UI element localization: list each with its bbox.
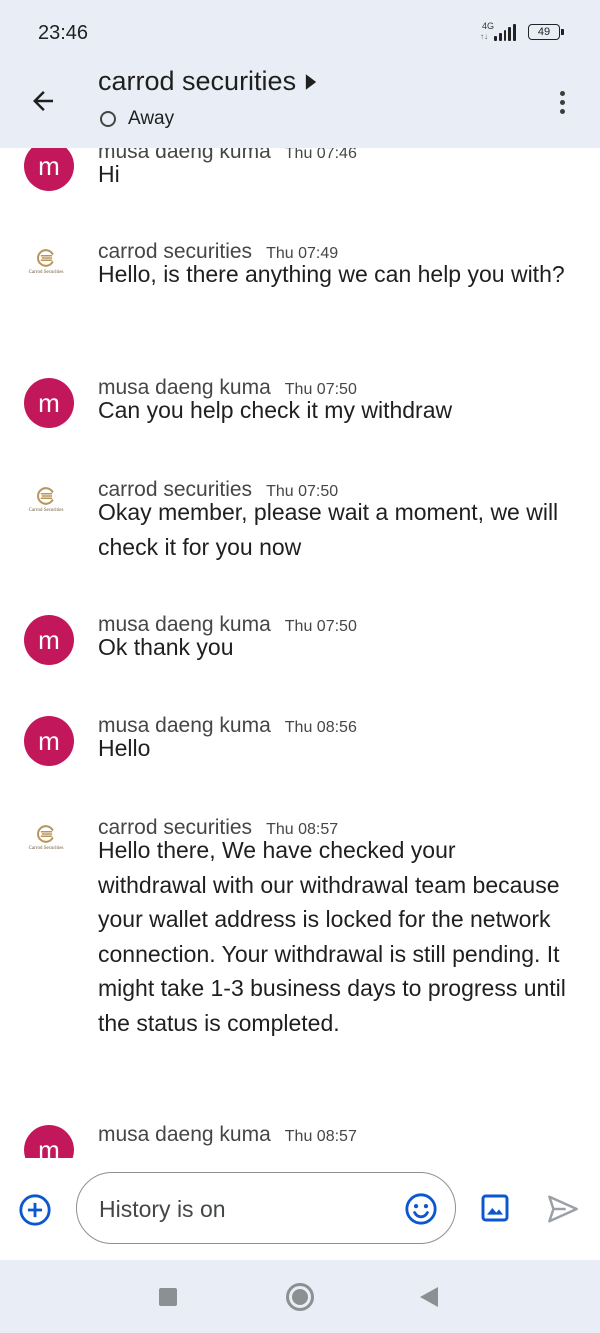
battery-icon: 49	[528, 24, 564, 40]
message-text: Hi	[98, 161, 120, 187]
away-ring-icon	[100, 111, 116, 127]
message-text: Ok thank you	[98, 634, 234, 660]
network-type-label: 4G	[482, 21, 495, 31]
logo-wordmark: Carrod Securities	[28, 846, 64, 851]
avatar[interactable]: m	[24, 716, 74, 766]
message-timestamp: Thu 08:57	[284, 1128, 357, 1145]
company-logo-avatar[interactable]: Carrod Securities	[24, 485, 68, 525]
company-logo-avatar[interactable]: Carrod Securities	[24, 823, 68, 863]
more-vert-icon	[559, 90, 565, 96]
message-input-box[interactable]	[76, 1172, 456, 1244]
arrow-left-icon	[33, 91, 53, 111]
emoji-icon[interactable]	[404, 1192, 438, 1226]
message-text: Hello, is there anything we can help you…	[98, 261, 565, 287]
recents-button[interactable]	[159, 1288, 177, 1306]
more-options-button[interactable]	[548, 82, 576, 122]
carrod-logo-icon	[37, 249, 54, 267]
avatar[interactable]: m	[24, 378, 74, 428]
data-activity-label: ↑↓	[480, 32, 488, 41]
system-back-button[interactable]	[420, 1287, 438, 1307]
home-button[interactable]	[286, 1283, 314, 1311]
image-icon[interactable]	[479, 1192, 511, 1224]
signal-icon: 4G ↑↓	[480, 20, 520, 44]
presence-status: Away	[100, 108, 174, 130]
carrod-logo-icon	[37, 487, 54, 505]
avatar[interactable]: m	[24, 615, 74, 665]
logo-wordmark: Carrod Securities	[28, 270, 64, 275]
presence-status-text: Away	[128, 108, 175, 129]
system-nav-bar	[0, 1260, 600, 1333]
logo-wordmark: Carrod Securities	[28, 508, 64, 513]
message-text: Can you help check it my withdraw	[98, 397, 453, 423]
battery-level: 49	[537, 26, 551, 38]
message-input[interactable]	[99, 1191, 389, 1227]
avatar[interactable]: m	[24, 1125, 74, 1158]
chat-title-text: carrod securities	[98, 66, 297, 96]
company-logo-avatar[interactable]: Carrod Securities	[24, 247, 68, 287]
carrod-logo-icon	[37, 825, 54, 843]
send-icon[interactable]	[546, 1194, 580, 1224]
chat-header: carrod securities Away	[0, 62, 600, 148]
message-text: Hello	[98, 735, 151, 761]
status-bar: 23:46 4G ↑↓ 49	[0, 0, 600, 62]
message-list[interactable]: m musa daeng kuma Thu 07:46 Hi Carrod Securi…	[0, 148, 600, 1158]
message-text: Okay member, please wait a moment, we wi…	[98, 499, 559, 560]
status-icons: 4G ↑↓ 49	[480, 20, 564, 44]
avatar[interactable]: m	[24, 148, 74, 191]
chat-title[interactable]: carrod securities	[98, 66, 318, 97]
sender-name: musa daeng kuma	[98, 1123, 271, 1146]
add-circle-icon[interactable]	[18, 1193, 52, 1227]
message-text: Hello there, We have checked your withdr…	[98, 837, 566, 1036]
message-header: musa daeng kuma Thu 08:57	[98, 1123, 357, 1147]
play-arrow-icon	[305, 73, 317, 90]
status-time: 23:46	[38, 22, 89, 44]
back-button[interactable]	[22, 80, 64, 122]
composer	[0, 1158, 600, 1260]
